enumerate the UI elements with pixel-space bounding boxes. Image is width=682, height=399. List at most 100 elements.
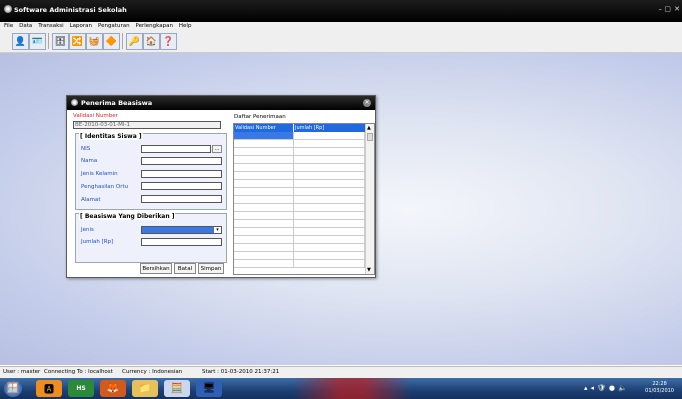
grid-cell[interactable] [294,244,365,252]
database-icon[interactable]: 🗄 [52,33,69,50]
grid-cell[interactable] [294,156,365,164]
nis-lookup-button[interactable]: ... [212,145,222,153]
jenis-kelamin-label: Jenis Kelamin [81,171,118,177]
maximize-button[interactable]: ▢ [664,5,671,13]
jumlah-input[interactable] [141,238,222,246]
daftar-penerimaan-title: Daftar Penerimaan [234,114,286,120]
taskbar: 🪟 🅰 HS 🦊 📁 🧮 🖥 ▴◂🛡●🔈 22:28 01/03/2010 [0,378,682,399]
grid-cell[interactable] [234,148,294,156]
app-hs-icon[interactable]: HS [68,380,94,397]
chevron-down-icon[interactable]: ▾ [214,227,221,233]
grid-cell[interactable] [294,204,365,212]
grid-cell[interactable] [294,148,365,156]
grid-cell[interactable] [234,260,294,268]
alamat-label: Alamat [81,197,101,203]
grid-cell[interactable] [294,132,365,140]
taskbar-wallpaper-glow [292,378,412,399]
jenis-label: Jenis [81,227,94,233]
grid-cell[interactable] [294,196,365,204]
toolbar: 👤 🪪 🗄 🔀 🧺 🔶 🔑 🏠 ❓ [0,30,682,53]
grid-cell[interactable] [294,140,365,148]
validasi-number-field: BE-2010-03-01-MI-1 [73,121,221,129]
nis-input[interactable] [141,145,211,153]
menu-data[interactable]: Data [19,22,32,30]
grid-cell[interactable] [234,236,294,244]
scroll-thumb[interactable] [367,133,373,141]
bucket-icon[interactable]: 🧺 [86,33,103,50]
grid-cell[interactable] [294,228,365,236]
home-icon[interactable]: 🏠 [143,33,160,50]
penghasilan-ortu-input[interactable] [141,182,222,190]
grid-cell[interactable] [294,188,365,196]
grid-cell[interactable] [234,220,294,228]
grid-cell[interactable] [234,212,294,220]
grid-cell[interactable] [294,180,365,188]
menu-help[interactable]: Help [179,22,192,30]
grid-cell[interactable] [234,172,294,180]
menu-file[interactable]: File [4,22,13,30]
batal-button[interactable]: Batal [174,263,196,274]
card-icon[interactable]: 🪪 [29,33,46,50]
menu-transaksi[interactable]: Transaksi [38,22,63,30]
help-icon[interactable]: ❓ [160,33,177,50]
tray-icons[interactable]: ▴◂🛡●🔈 [584,384,630,392]
bersihkan-button[interactable]: Bersihkan [140,263,172,274]
jenis-select[interactable]: ▾ [141,226,222,234]
app-window-icon[interactable]: 🖥 [196,380,222,397]
folder-icon[interactable]: 📁 [132,380,158,397]
menu-perlengkapan[interactable]: Perlengkapan [136,22,173,30]
grid-scrollbar[interactable]: ▲ ▼ [365,124,374,274]
menu-pengaturan[interactable]: Pengaturan [98,22,130,30]
dialog-close-icon[interactable]: ✕ [363,99,371,107]
column-validasi-number[interactable]: Validasi Number [234,124,294,132]
grid-cell[interactable] [294,220,365,228]
app-ai-icon[interactable]: 🅰 [36,380,62,397]
grid-cell[interactable] [234,140,294,148]
grid-cell[interactable] [294,212,365,220]
browser-icon[interactable]: 🦊 [100,380,126,397]
alamat-input[interactable] [141,195,222,203]
status-connection: Connecting To : localhost [44,369,113,375]
grid-cell[interactable] [234,204,294,212]
close-button[interactable]: ✕ [674,5,680,13]
validasi-label: Validasi Number [73,113,118,119]
menu-bar: File Data Transaksi Laporan Pengaturan P… [0,22,682,30]
menu-laporan[interactable]: Laporan [70,22,92,30]
column-jumlah[interactable]: Jumlah [Rp] [294,124,365,132]
grid-cell[interactable] [234,180,294,188]
simpan-button[interactable]: Simpan [198,263,224,274]
grid-cell[interactable] [294,236,365,244]
scroll-down-icon[interactable]: ▼ [367,267,371,273]
grid-cell[interactable] [234,156,294,164]
nama-input[interactable] [141,157,222,165]
grid-cell[interactable] [234,132,294,140]
scroll-up-icon[interactable]: ▲ [367,125,371,131]
calculator-icon[interactable]: 🧮 [164,380,190,397]
network-icon[interactable]: 🔀 [69,33,86,50]
penerimaan-grid[interactable]: Validasi Number Jumlah [Rp] ▲ ▼ [233,123,375,275]
penerima-beasiswa-dialog: Penerima Beasiswa ✕ Validasi Number BE-2… [66,95,376,278]
start-orb-icon[interactable]: 🪟 [4,380,22,397]
user-icon[interactable]: 👤 [12,33,29,50]
identitas-siswa-title: [ Identitas Siswa ] [79,133,143,140]
grid-cell[interactable] [234,228,294,236]
grid-cell[interactable] [294,172,365,180]
key-icon[interactable]: 🔑 [126,33,143,50]
grid-cell[interactable] [234,188,294,196]
tag-icon[interactable]: 🔶 [103,33,120,50]
grid-cell[interactable] [294,164,365,172]
dialog-icon [71,99,78,106]
grid-cell[interactable] [294,252,365,260]
grid-cell[interactable] [234,252,294,260]
nis-label: NIS [81,146,91,152]
grid-cell[interactable] [234,164,294,172]
grid-cell[interactable] [294,260,365,268]
jumlah-label: Jumlah [Rp] [81,239,114,245]
beasiswa-title: [ Beasiswa Yang Diberikan ] [79,213,176,220]
minimize-button[interactable]: – [659,5,663,13]
nama-label: Nama [81,158,98,164]
clock[interactable]: 22:28 01/03/2010 [645,381,674,395]
grid-cell[interactable] [234,196,294,204]
grid-cell[interactable] [234,244,294,252]
jenis-kelamin-input[interactable] [141,170,222,178]
